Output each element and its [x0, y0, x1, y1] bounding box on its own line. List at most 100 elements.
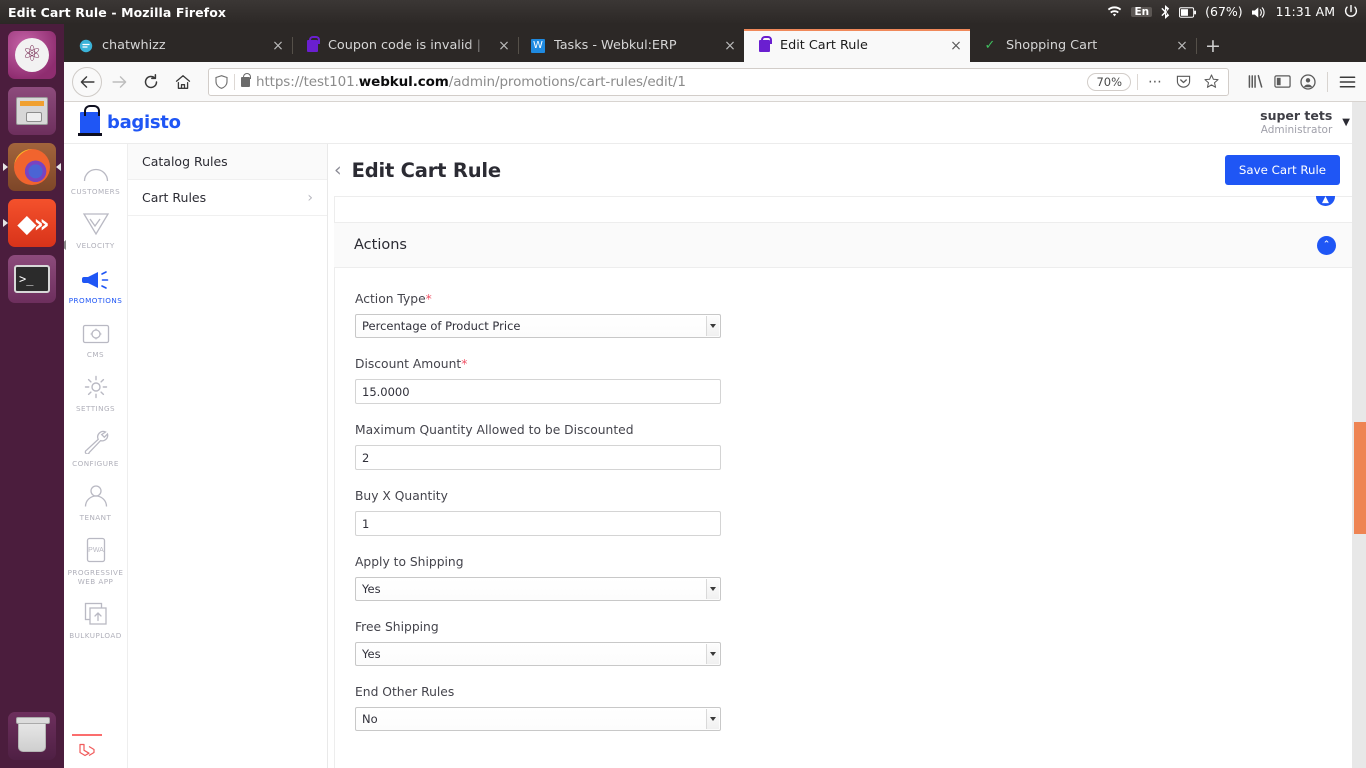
launcher-ubuntu-dash-icon[interactable]: ⚛ [8, 31, 56, 79]
user-role: Administrator [1260, 123, 1333, 136]
end-other-rules-select[interactable]: No [355, 707, 721, 731]
discount-amount-input[interactable]: 15.0000 [355, 379, 721, 404]
tab-label: Edit Cart Rule [780, 38, 868, 53]
sidebar-item-promotions[interactable]: PROMOTIONS [64, 257, 127, 311]
sidebar-label: SETTINGS [76, 404, 115, 414]
battery-icon[interactable] [1179, 6, 1197, 18]
launcher-anydesk-icon[interactable]: ◆» [3, 199, 56, 247]
sidebar-item-tenant[interactable]: TENANT [64, 474, 127, 528]
chevron-down-icon[interactable] [706, 709, 719, 729]
launcher-firefox-icon[interactable] [3, 143, 61, 191]
back-chevron-icon[interactable]: ‹ [334, 159, 342, 181]
close-icon[interactable]: × [946, 36, 966, 56]
url-divider [234, 73, 235, 90]
field-label: Free Shipping [355, 620, 439, 634]
sidebar-label: PROMOTIONS [68, 295, 123, 305]
close-icon[interactable]: × [268, 36, 288, 56]
sidebar-label: CMS [86, 350, 105, 360]
action-type-select[interactable]: Percentage of Product Price [355, 314, 721, 338]
select-value: Yes [362, 582, 381, 596]
sidebar-collapse-arrow-icon[interactable] [64, 240, 66, 250]
url-bar[interactable]: https://test101.webkul.com/admin/promoti… [208, 67, 1229, 96]
accordion-header-actions[interactable]: Actions ⌃ [334, 222, 1358, 268]
url-divider [1137, 73, 1138, 90]
page-scrollbar-thumb[interactable] [1354, 422, 1366, 534]
buy-x-quantity-input[interactable]: 1 [355, 511, 721, 536]
field-free-shipping: Free Shipping Yes [355, 620, 1337, 666]
launcher-terminal-icon[interactable]: >_ [8, 255, 56, 303]
chevron-down-icon[interactable] [706, 579, 719, 599]
lock-icon [304, 35, 320, 54]
unity-launcher: ⚛ ◆» >_ [0, 24, 64, 768]
browser-tab-coupon-invalid[interactable]: Coupon code is invalid | × [292, 29, 518, 62]
browser-tab-tasks-webkul-erp[interactable]: W Tasks - Webkul:ERP × [518, 29, 744, 62]
free-shipping-select[interactable]: Yes [355, 642, 721, 666]
back-button[interactable] [72, 66, 102, 97]
bulkupload-icon [84, 600, 108, 626]
chevron-down-icon[interactable]: ▼ [1342, 117, 1350, 128]
bagisto-logo[interactable]: bagisto [78, 104, 181, 136]
field-label: Buy X Quantity [355, 489, 448, 503]
tracking-protection-shield-icon[interactable] [215, 74, 228, 89]
reload-button[interactable] [136, 67, 166, 97]
maximum-quantity-input[interactable]: 2 [355, 445, 721, 470]
bookmark-star-icon[interactable] [1200, 71, 1222, 93]
volume-icon[interactable] [1251, 6, 1267, 19]
url-text: https://test101.webkul.com/admin/promoti… [256, 73, 686, 90]
sidebar-label: TENANT [79, 513, 112, 523]
chevron-down-icon[interactable] [706, 644, 719, 664]
chevron-down-icon[interactable] [706, 316, 719, 336]
page-scrollbar[interactable] [1352, 102, 1366, 768]
launcher-trash-icon[interactable] [8, 712, 56, 760]
brand-name: bagisto [107, 112, 181, 133]
sidebar-item-configure[interactable]: CONFIGURE [64, 420, 127, 474]
check-icon: ✓ [984, 38, 996, 53]
close-icon[interactable]: × [720, 36, 740, 56]
more-icon[interactable]: ⋯ [1144, 71, 1166, 93]
keyboard-layout-indicator[interactable]: En [1131, 7, 1153, 18]
hamburger-menu-icon[interactable] [1336, 71, 1358, 93]
close-icon[interactable]: × [494, 36, 514, 56]
power-icon[interactable] [1344, 5, 1358, 19]
field-label: Discount Amount* [355, 357, 468, 371]
apply-to-shipping-select[interactable]: Yes [355, 577, 721, 601]
laravel-debugbar-icon[interactable] [72, 734, 102, 764]
browser-tab-chatwhizz[interactable]: chatwhizz × [66, 29, 292, 62]
forward-button[interactable] [104, 67, 134, 97]
account-icon[interactable] [1297, 71, 1319, 93]
sidebar-item-bulkupload[interactable]: BULKUPLOAD [64, 592, 127, 646]
accordion-toggle-icon[interactable]: ▲ [1316, 196, 1335, 206]
sidebar-label: BULKUPLOAD [69, 631, 122, 641]
browser-tab-edit-cart-rule[interactable]: Edit Cart Rule × [744, 29, 970, 62]
launcher-files-icon[interactable] [8, 87, 56, 135]
user-menu[interactable]: super tets Administrator ▼ [1260, 108, 1366, 137]
select-value: No [362, 712, 378, 726]
select-value: Percentage of Product Price [362, 319, 521, 333]
submenu-item-cart-rules[interactable]: Cart Rules › [128, 180, 327, 216]
home-button[interactable] [168, 67, 198, 97]
pocket-icon[interactable] [1172, 71, 1194, 93]
new-tab-button[interactable]: + [1196, 30, 1228, 62]
submenu-item-catalog-rules[interactable]: Catalog Rules [128, 144, 327, 180]
clock[interactable]: 11:31 AM [1276, 5, 1335, 19]
input-value: 2 [362, 450, 370, 465]
browser-tab-shopping-cart[interactable]: ✓ Shopping Cart × [970, 29, 1196, 62]
lock-icon[interactable] [241, 72, 251, 87]
sidebar-item-customers[interactable]: CUSTOMERS [64, 148, 127, 202]
sidebar-item-cms[interactable]: CMS [64, 311, 127, 365]
zoom-level-badge[interactable]: 70% [1087, 72, 1131, 91]
accordion-collapse-icon[interactable]: ⌃ [1317, 235, 1336, 255]
close-icon[interactable]: × [1172, 36, 1192, 56]
sidebar-icon[interactable] [1271, 71, 1293, 93]
bluetooth-icon[interactable] [1161, 5, 1170, 19]
window-title: Edit Cart Rule - Mozilla Firefox [8, 4, 227, 20]
form-scroll-area: ▲ Actions ⌃ Action Type* Percentage of P… [328, 196, 1366, 768]
library-icon[interactable] [1245, 71, 1267, 93]
sidebar-item-velocity[interactable]: VELOCITY [64, 202, 127, 256]
save-cart-rule-button[interactable]: Save Cart Rule [1224, 155, 1340, 185]
sidebar-item-progressive-web-app[interactable]: PWA PROGRESSIVE WEB APP [64, 529, 127, 593]
sidebar-item-settings[interactable]: SETTINGS [64, 365, 127, 419]
wifi-icon[interactable] [1107, 6, 1122, 18]
field-end-other-rules: End Other Rules No [355, 685, 1337, 731]
tab-label: Tasks - Webkul:ERP [554, 38, 677, 53]
